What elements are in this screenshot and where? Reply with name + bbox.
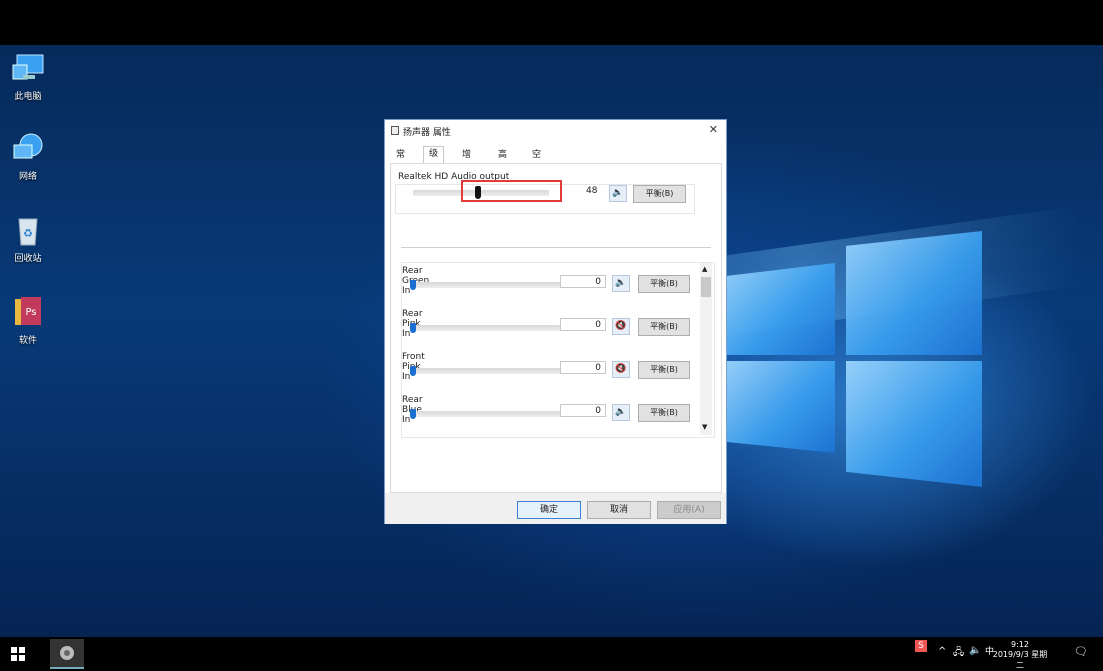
tab-spatial-sound[interactable]: 空间音效 (527, 148, 546, 205)
tab-enhancements[interactable]: 增强 (457, 148, 476, 175)
input-value[interactable]: 0 (560, 275, 606, 288)
main-speaker-icon[interactable]: 🔈 (609, 185, 627, 202)
dialog-title-bar[interactable]: 扬声器 属性 ✕ (385, 120, 726, 142)
chevron-up-icon[interactable]: ^ (938, 646, 946, 657)
ime-icon[interactable]: S (915, 640, 927, 652)
logo-pane (727, 361, 835, 453)
scroll-up-icon[interactable]: ▲ (702, 265, 707, 273)
balance-button[interactable]: 平衡(B) (638, 361, 690, 379)
muted-speaker-icon[interactable]: 🔇 (612, 361, 630, 378)
input-value[interactable]: 0 (560, 318, 606, 331)
speaker-icon[interactable]: 🔈 (612, 404, 630, 421)
scroll-thumb[interactable] (701, 277, 711, 297)
input-volume-thumb[interactable] (410, 323, 416, 333)
main-volume-value: 48 (586, 186, 598, 196)
recycle-bin-icon: ♻ (11, 213, 45, 247)
close-icon[interactable]: ✕ (709, 123, 718, 136)
speaker-app-icon (60, 646, 74, 660)
input-volume-thumb[interactable] (410, 280, 416, 290)
balance-button[interactable]: 平衡(B) (638, 318, 690, 336)
highlight-box (461, 180, 562, 202)
dialog-footer: 确定 取消 应用(A) (385, 493, 726, 524)
speaker-properties-dialog: 扬声器 属性 ✕ 常规 级别 增强 高级 空间音效 Realtek HD Aud… (384, 119, 727, 524)
cancel-button[interactable]: 取消 (587, 501, 651, 519)
taskbar: S ^ 🖧 🔈 中 9:12 2019/9/3 星期二 🗨 (0, 637, 1103, 671)
input-volume-thumb[interactable] (410, 409, 416, 419)
desktop-icon-computer[interactable]: 此电脑 (0, 51, 56, 102)
balance-button[interactable]: 平衡(B) (638, 275, 690, 293)
clock-date: 2019/9/3 星期二 (992, 650, 1048, 670)
apply-button[interactable]: 应用(A) (657, 501, 721, 519)
clock-time: 9:12 (1011, 640, 1029, 649)
windows-start-icon[interactable] (11, 646, 25, 665)
desktop-icon-recycle-bin[interactable]: ♻ 回收站 (0, 213, 56, 264)
input-list-scrollbar[interactable]: ▲ ▼ (700, 263, 712, 435)
folder-icon: Ps (11, 295, 45, 329)
input-value[interactable]: 0 (560, 404, 606, 417)
volume-icon[interactable]: 🔈 (969, 645, 981, 656)
input-volume-slider[interactable] (410, 411, 560, 417)
desktop-icon-network[interactable]: 网络 (0, 131, 56, 182)
desktop-icon-software-folder[interactable]: Ps 软件 (0, 295, 56, 346)
muted-speaker-icon[interactable]: 🔇 (612, 318, 630, 335)
logo-pane (727, 263, 835, 355)
network-icon (11, 131, 45, 165)
dialog-title: 扬声器 属性 (403, 128, 451, 138)
clock[interactable]: 9:12 2019/9/3 星期二 (990, 640, 1050, 671)
svg-text:♻: ♻ (23, 227, 33, 240)
network-icon[interactable]: 🖧 (953, 645, 964, 662)
computer-icon (11, 51, 45, 85)
input-volume-slider[interactable] (410, 282, 560, 288)
input-volume-slider[interactable] (410, 325, 560, 331)
input-volume-slider[interactable] (410, 368, 560, 374)
taskbar-app-speaker[interactable] (50, 639, 84, 669)
tab-general[interactable]: 常规 (391, 148, 410, 175)
svg-text:Ps: Ps (25, 307, 36, 318)
input-value[interactable]: 0 (560, 361, 606, 374)
ok-button[interactable]: 确定 (517, 501, 581, 519)
speaker-icon (391, 126, 399, 135)
balance-button[interactable]: 平衡(B) (638, 404, 690, 422)
logo-pane (846, 231, 982, 355)
separator (401, 247, 711, 248)
levels-panel: Realtek HD Audio output 48 🔈 平衡(B) ▲ ▼ R… (390, 163, 722, 493)
speaker-icon[interactable]: 🔈 (612, 275, 630, 292)
main-balance-button[interactable]: 平衡(B) (633, 185, 686, 203)
tab-advanced[interactable]: 高级 (493, 148, 512, 175)
notification-icon[interactable]: 🗨 (1074, 645, 1088, 658)
input-volume-thumb[interactable] (410, 366, 416, 376)
tab-levels[interactable]: 级别 (423, 146, 445, 174)
scroll-down-icon[interactable]: ▼ (702, 423, 707, 431)
logo-pane (846, 361, 982, 487)
